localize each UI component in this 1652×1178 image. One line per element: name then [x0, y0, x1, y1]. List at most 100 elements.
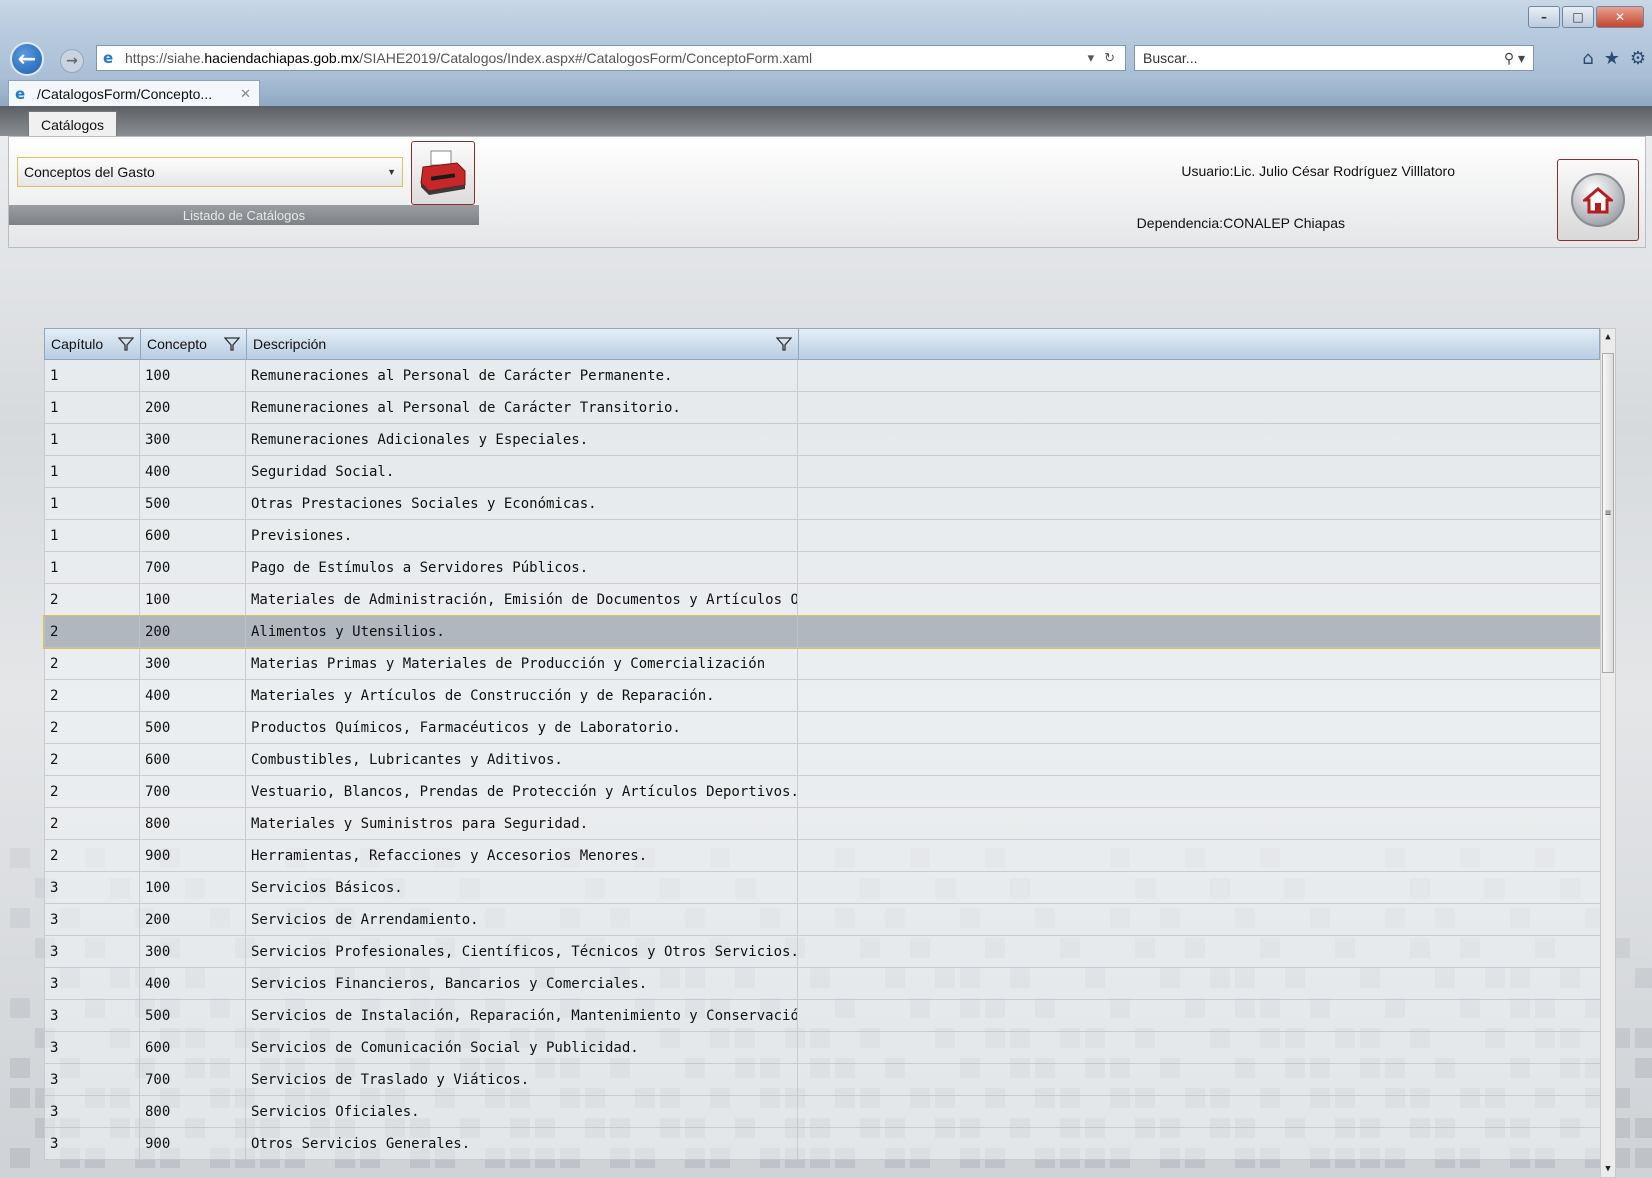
scroll-thumb[interactable]: ≡	[1602, 353, 1614, 673]
table-row[interactable]: 1 200 Remuneraciones al Personal de Caráct…	[44, 392, 1600, 424]
home-button[interactable]	[1557, 159, 1639, 241]
address-bar[interactable]: e https://siahe. haciendachiapas.gob.mx/S…	[96, 45, 1126, 71]
url-prefix: https://siahe.	[125, 50, 205, 66]
cell-filler	[798, 744, 1600, 775]
table-row[interactable]: 2 900 Herramientas, Refacciones y Accesori…	[44, 840, 1600, 872]
favorites-star-icon[interactable]: ★	[1604, 48, 1620, 69]
filter-icon[interactable]	[224, 336, 240, 352]
browser-tools: ⌂ ★ ⚙	[1582, 48, 1646, 69]
mosaic-tile	[10, 1058, 30, 1078]
table-row[interactable]: 1 700 Pago de Estímulos a Servidores Públi…	[44, 552, 1600, 584]
vertical-scrollbar[interactable]: ▲ ≡ ▼	[1600, 328, 1616, 1178]
cell-filler	[798, 1064, 1600, 1095]
table-row[interactable]: 1 600 Previsiones.	[44, 520, 1600, 552]
table-row[interactable]: 2 600 Combustibles, Lubricantes y Aditivos…	[44, 744, 1600, 776]
mosaic-tile	[1635, 968, 1652, 988]
tab-catalogos[interactable]: Catálogos	[28, 111, 118, 137]
cell-descripcion: Combustibles, Lubricantes y Aditivos.	[246, 744, 798, 775]
maximize-button[interactable]: □	[1562, 6, 1594, 28]
navigation-bar: ← → e https://siahe. haciendachiapas.gob.…	[0, 40, 1652, 78]
table-row[interactable]: 2 500 Productos Químicos, Farmacéuticos y …	[44, 712, 1600, 744]
table-row[interactable]: 3 200 Servicios de Arrendamiento.	[44, 904, 1600, 936]
cell-capitulo: 2	[44, 680, 140, 711]
table-row[interactable]: 3 900 Otros Servicios Generales.	[44, 1128, 1600, 1160]
table-row[interactable]: 2 700 Vestuario, Blancos, Prendas de Prote…	[44, 776, 1600, 808]
forward-button[interactable]: →	[60, 49, 84, 73]
printer-icon	[420, 150, 466, 195]
table-row[interactable]: 3 600 Servicios de Comunicación Social y P…	[44, 1032, 1600, 1064]
close-tab-icon[interactable]: ✕	[240, 86, 259, 102]
mosaic-tile	[10, 1088, 30, 1108]
cell-filler	[798, 360, 1600, 391]
table-row[interactable]: 1 100 Remuneraciones al Personal de Caráct…	[44, 360, 1600, 392]
cell-descripcion: Herramientas, Refacciones y Accesorios M…	[246, 840, 798, 871]
table-row[interactable]: 1 500 Otras Prestaciones Sociales y Económ…	[44, 488, 1600, 520]
cell-descripcion: Productos Químicos, Farmacéuticos y de L…	[246, 712, 798, 743]
table-row[interactable]: 2 300 Materias Primas y Materiales de Prod…	[44, 648, 1600, 680]
column-header-filler	[799, 329, 1599, 359]
cell-capitulo: 2	[44, 744, 140, 775]
mosaic-tile	[1635, 1058, 1652, 1078]
cell-concepto: 600	[140, 744, 246, 775]
settings-gear-icon[interactable]: ⚙	[1630, 48, 1646, 69]
cell-concepto: 300	[140, 648, 246, 679]
user-name: Lic. Julio César Rodríguez Villlatoro	[1233, 163, 1455, 179]
cell-descripcion: Servicios Profesionales, Científicos, Té…	[246, 936, 798, 967]
cell-filler	[798, 424, 1600, 455]
cell-capitulo: 3	[44, 1064, 140, 1095]
minimize-button[interactable]: –	[1528, 6, 1560, 28]
header-panel: Conceptos del Gasto ▼ Listado de Catálog…	[8, 136, 1646, 248]
table-row[interactable]: 1 300 Remuneraciones Adicionales y Especia…	[44, 424, 1600, 456]
filter-icon[interactable]	[118, 336, 134, 352]
table-row[interactable]: 3 700 Servicios de Traslado y Viáticos.	[44, 1064, 1600, 1096]
cell-capitulo: 1	[44, 392, 140, 423]
url-host: haciendachiapas.gob.mx	[204, 50, 360, 66]
table-row[interactable]: 3 800 Servicios Oficiales.	[44, 1096, 1600, 1128]
refresh-icon[interactable]: ↻	[1104, 50, 1115, 66]
column-header-descripcion[interactable]: Descripción	[247, 329, 799, 359]
cell-capitulo: 2	[44, 840, 140, 871]
table-row[interactable]: 3 100 Servicios Básicos.	[44, 872, 1600, 904]
dependency-name: CONALEP Chiapas	[1223, 215, 1345, 231]
dropdown-arrow-icon[interactable]: ▾	[1088, 50, 1095, 66]
cell-capitulo: 1	[44, 488, 140, 519]
table-row[interactable]: 2 200 Alimentos y Utensilios.	[43, 615, 1601, 649]
table-row[interactable]: 3 500 Servicios de Instalación, Reparación…	[44, 1000, 1600, 1032]
column-header-concepto[interactable]: Concepto	[141, 329, 247, 359]
grid-header: Capítulo Concepto Descripción	[44, 328, 1600, 360]
search-box[interactable]: Buscar... ⚲ ▾	[1134, 45, 1534, 71]
print-button[interactable]	[411, 141, 475, 205]
cell-concepto: 700	[140, 776, 246, 807]
table-row[interactable]: 2 400 Materiales y Artículos de Construcci…	[44, 680, 1600, 712]
catalog-select[interactable]: Conceptos del Gasto ▼	[17, 157, 403, 187]
back-button[interactable]: ←	[10, 42, 44, 76]
cell-descripcion: Servicios de Arrendamiento.	[246, 904, 798, 935]
cell-filler	[798, 616, 1600, 647]
cell-concepto: 200	[140, 616, 246, 647]
cell-filler	[798, 680, 1600, 711]
cell-concepto: 500	[140, 712, 246, 743]
table-row[interactable]: 2 100 Materiales de Administración, Emisió…	[44, 584, 1600, 616]
table-row[interactable]: 2 800 Materiales y Suministros para Seguri…	[44, 808, 1600, 840]
close-window-button[interactable]: ✕	[1596, 6, 1644, 28]
cell-descripcion: Servicios de Instalación, Reparación, Ma…	[246, 1000, 798, 1031]
home-icon[interactable]: ⌂	[1582, 48, 1593, 69]
browser-tab[interactable]: e /CatalogosForm/Concepto... ✕	[8, 80, 260, 106]
cell-concepto: 300	[140, 424, 246, 455]
table-row[interactable]: 3 400 Servicios Financieros, Bancarios y C…	[44, 968, 1600, 1000]
table-row[interactable]: 1 400 Seguridad Social.	[44, 456, 1600, 488]
column-header-capitulo[interactable]: Capítulo	[45, 329, 141, 359]
cell-concepto: 100	[140, 360, 246, 391]
scroll-down-icon[interactable]: ▼	[1601, 1161, 1615, 1177]
cell-descripcion: Pago de Estímulos a Servidores Públicos.	[246, 552, 798, 583]
cell-filler	[798, 552, 1600, 583]
cell-capitulo: 1	[44, 360, 140, 391]
user-info: Usuario:Lic. Julio César Rodríguez Villl…	[1181, 163, 1455, 179]
cell-filler	[798, 936, 1600, 967]
cell-capitulo: 2	[44, 776, 140, 807]
scroll-up-icon[interactable]: ▲	[1601, 329, 1615, 345]
search-icon[interactable]: ⚲ ▾	[1504, 50, 1533, 67]
filter-icon[interactable]	[776, 336, 792, 352]
table-row[interactable]: 3 300 Servicios Profesionales, Científicos…	[44, 936, 1600, 968]
cell-descripcion: Servicios de Traslado y Viáticos.	[246, 1064, 798, 1095]
